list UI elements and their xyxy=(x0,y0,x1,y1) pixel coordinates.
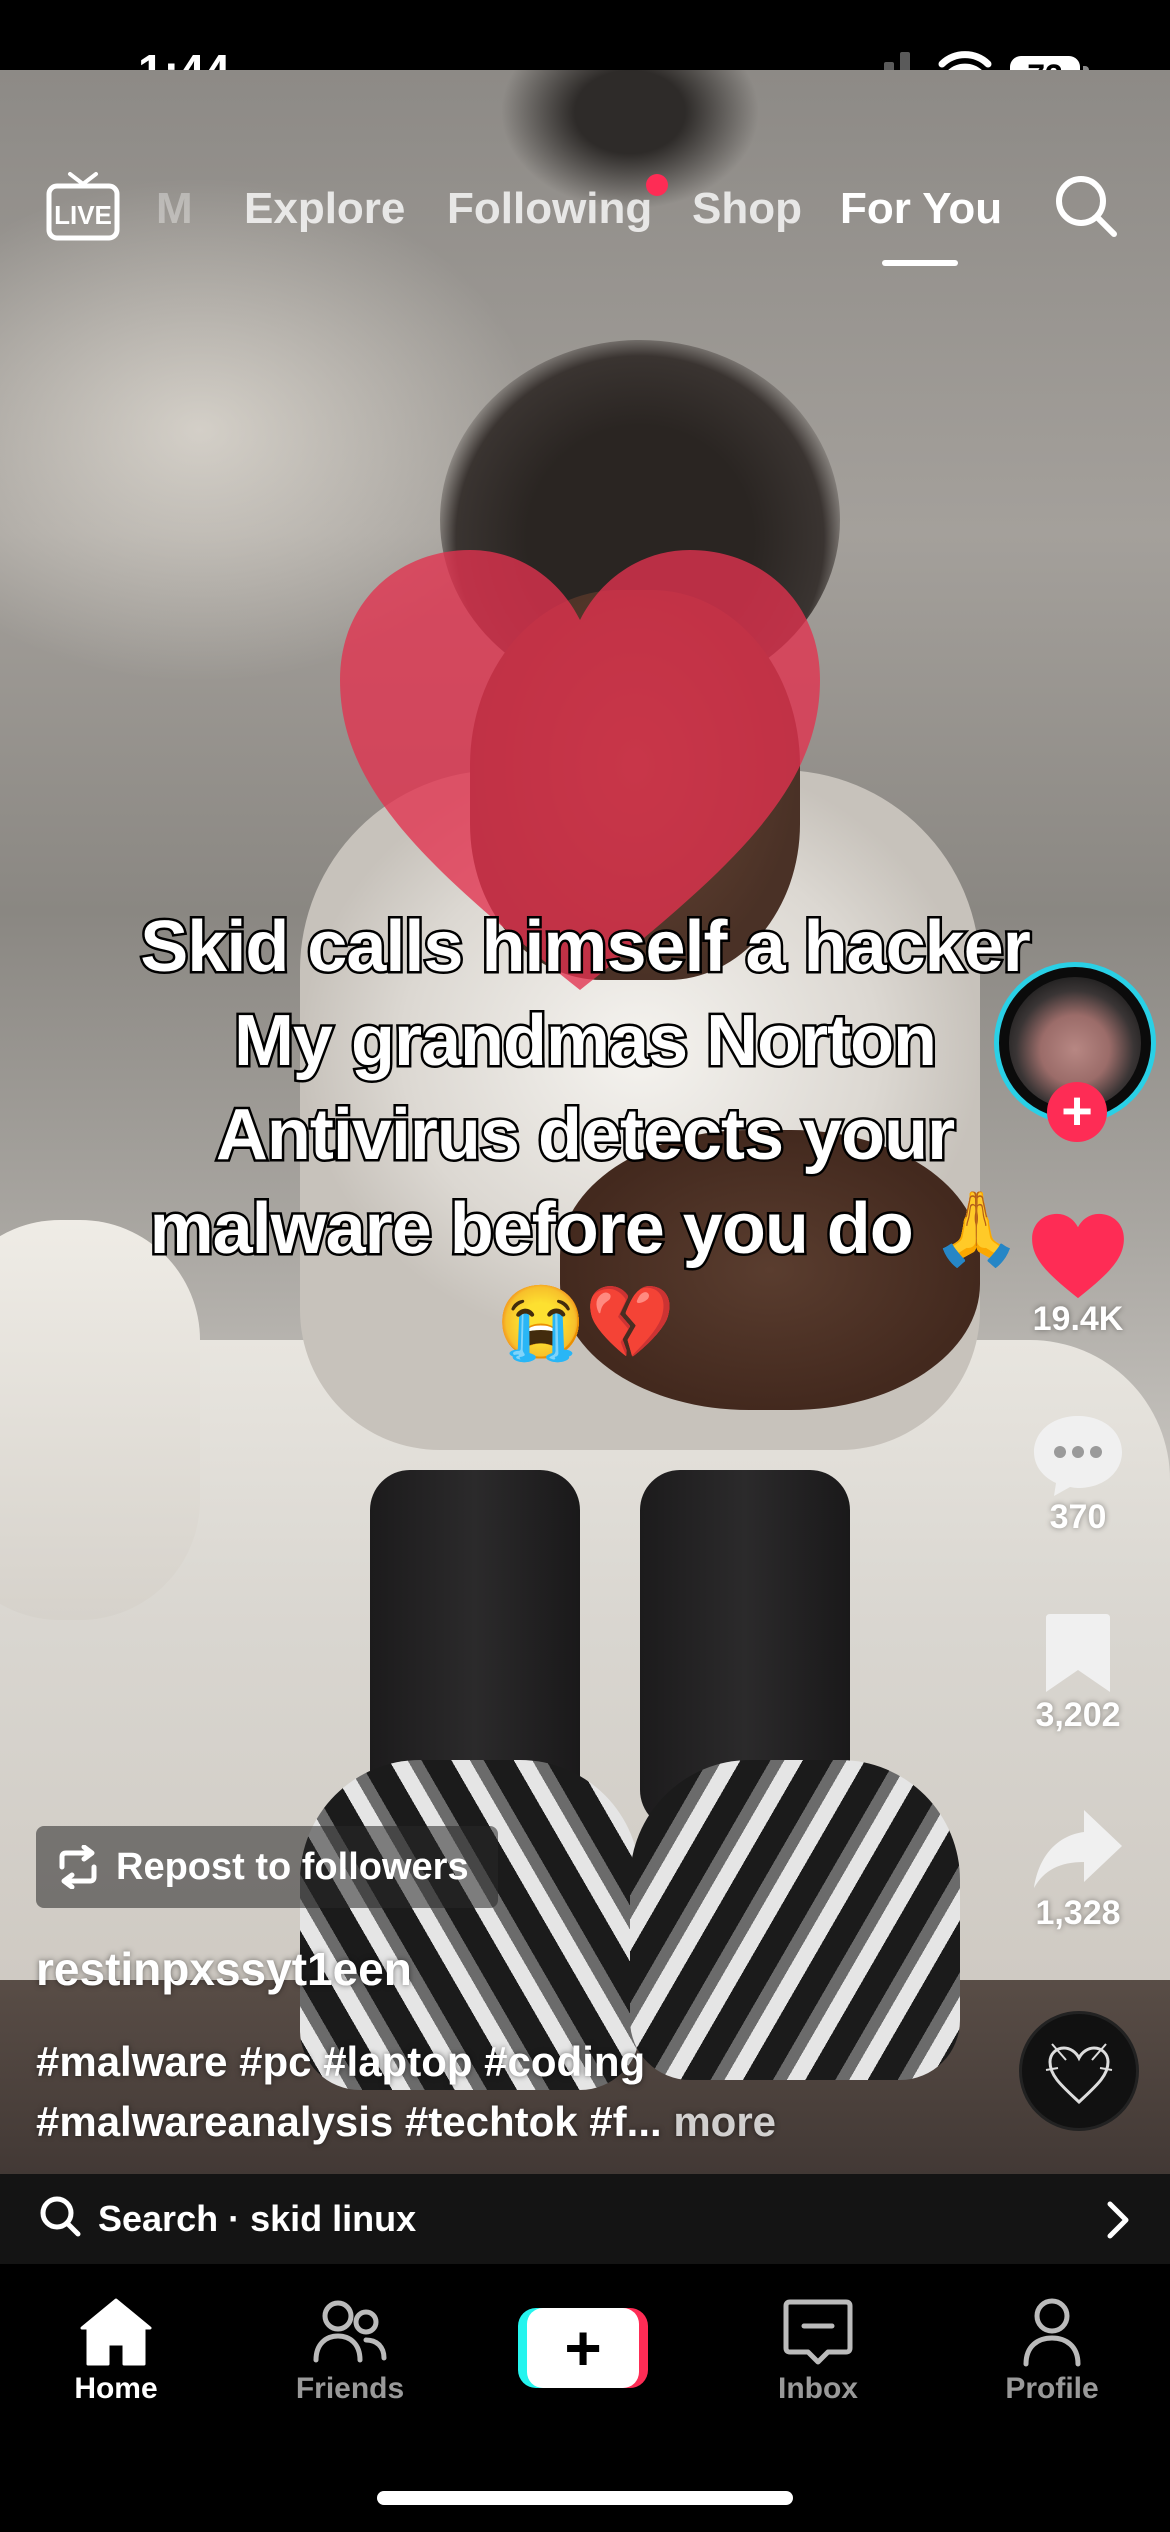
bottom-navigation: Home Friends + Inbox Profile xyxy=(0,2264,1170,2532)
chevron-right-icon xyxy=(1107,2201,1129,2239)
top-navigation: LIVE M Explore Following Shop For You xyxy=(0,150,1170,270)
live-icon[interactable]: LIVE xyxy=(46,170,120,244)
related-search-bar[interactable]: Search · skid linux xyxy=(0,2174,1170,2264)
search-icon xyxy=(40,2196,81,2237)
comment-icon xyxy=(1034,1416,1122,1496)
video-caption-overlay: Skid calls himself a hacker My grandmas … xyxy=(138,905,1034,1366)
nav-friends[interactable]: Friends xyxy=(250,2296,450,2406)
comment-count: 370 xyxy=(1049,1498,1107,1536)
repost-label: Repost to followers xyxy=(116,1845,469,1888)
bookmark-count: 3,202 xyxy=(1035,1696,1121,1734)
tab-shop[interactable]: Shop xyxy=(692,184,802,234)
nav-profile-label: Profile xyxy=(1005,2372,1099,2405)
music-disc[interactable] xyxy=(1019,2011,1139,2131)
tab-partial-hidden[interactable]: M xyxy=(156,184,193,234)
music-cover-icon xyxy=(1045,2043,1113,2105)
plus-icon: + xyxy=(564,2312,602,2384)
active-tab-indicator xyxy=(882,260,958,266)
like-button[interactable]: 19.4K xyxy=(1008,1212,1148,1339)
more-link[interactable]: more xyxy=(662,2098,776,2145)
live-icon-label: LIVE xyxy=(54,200,112,230)
notification-dot xyxy=(646,174,668,196)
creator-username[interactable]: restinpxssyt1een xyxy=(36,1942,412,1996)
post-description[interactable]: #malware #pc #laptop #coding #malwareana… xyxy=(36,2032,936,2152)
search-icon[interactable] xyxy=(1052,172,1120,240)
profile-icon xyxy=(1023,2298,1081,2367)
nav-profile[interactable]: Profile xyxy=(952,2296,1152,2406)
inbox-icon xyxy=(783,2299,853,2365)
comment-button[interactable]: 370 xyxy=(1008,1410,1148,1537)
repost-button[interactable]: Repost to followers xyxy=(36,1826,498,1908)
tab-for-you[interactable]: For You xyxy=(840,184,1002,234)
repost-icon xyxy=(59,1845,97,1889)
share-icon xyxy=(1034,1810,1122,1888)
create-button[interactable]: + xyxy=(518,2308,648,2388)
tab-explore[interactable]: Explore xyxy=(244,184,405,234)
follow-button[interactable]: + xyxy=(1047,1082,1107,1142)
bookmark-icon xyxy=(1046,1614,1110,1692)
nav-inbox-label: Inbox xyxy=(778,2372,858,2405)
home-indicator[interactable] xyxy=(377,2491,793,2505)
heart-icon xyxy=(1032,1213,1124,1299)
nav-home[interactable]: Home xyxy=(16,2296,216,2406)
nav-inbox[interactable]: Inbox xyxy=(718,2296,918,2406)
share-button[interactable]: 1,328 xyxy=(1008,1806,1148,1933)
nav-home-label: Home xyxy=(74,2372,158,2405)
bookmark-button[interactable]: 3,202 xyxy=(1008,1608,1148,1735)
tab-following[interactable]: Following xyxy=(447,184,652,234)
friends-icon xyxy=(313,2300,387,2363)
like-count: 19.4K xyxy=(1032,1300,1124,1338)
share-count: 1,328 xyxy=(1035,1894,1121,1932)
status-bar: 1:44 73 xyxy=(0,0,1170,97)
nav-friends-label: Friends xyxy=(295,2372,405,2405)
hashtags-text[interactable]: #malware #pc #laptop #coding #malwareana… xyxy=(36,2038,662,2145)
related-search-text: Search · skid linux xyxy=(98,2198,417,2239)
home-icon xyxy=(80,2298,152,2366)
